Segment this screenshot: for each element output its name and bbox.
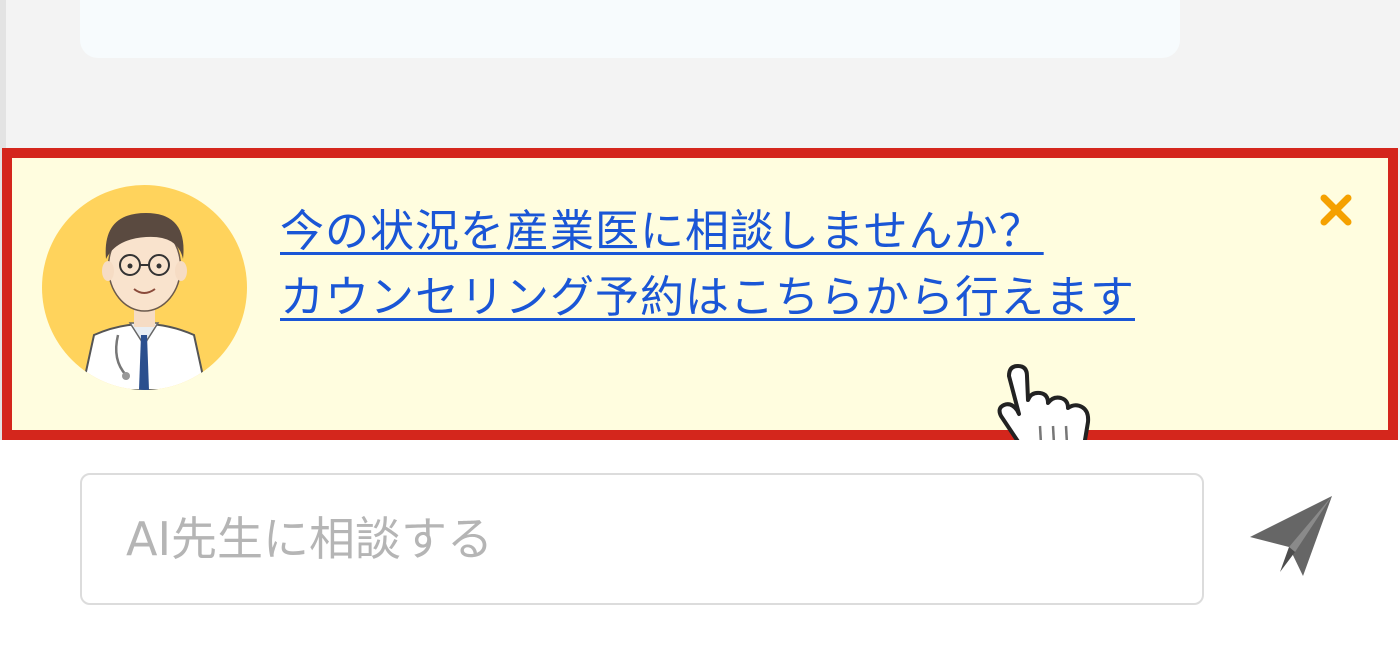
paper-plane-icon[interactable] [1240, 490, 1340, 580]
close-icon[interactable] [1316, 190, 1356, 230]
previous-message-card [80, 0, 1180, 58]
chat-input-area [0, 440, 1400, 653]
doctor-avatar-icon [42, 185, 247, 390]
counseling-reservation-link[interactable]: 今の状況を産業医に相談しませんか？ カウンセリング予約はこちらから行えます [280, 206, 1135, 324]
banner-message-line-1[interactable]: 今の状況を産業医に相談しませんか？ [280, 206, 1135, 258]
chat-message-input[interactable] [80, 473, 1204, 605]
consultation-banner: 今の状況を産業医に相談しませんか？ カウンセリング予約はこちらから行えます [2, 148, 1398, 440]
banner-message-line-2[interactable]: カウンセリング予約はこちらから行えます [280, 272, 1135, 324]
